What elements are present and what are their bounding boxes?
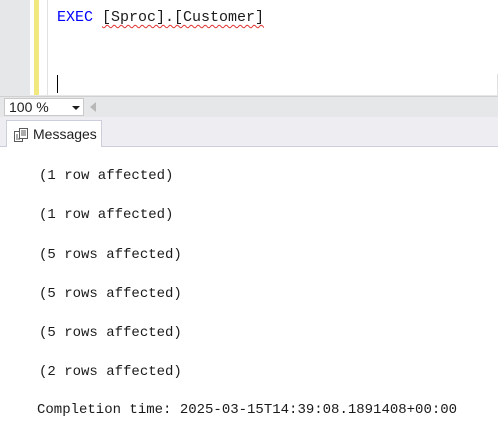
tab-messages[interactable]: Messages (6, 120, 102, 147)
zoom-bar: 100 % (0, 96, 498, 117)
completion-time: Completion time: 2025-03-15T14:39:08.189… (37, 402, 458, 418)
message-line: (5 rows affected) (39, 247, 182, 263)
editor-margin (47, 0, 48, 96)
text-caret (57, 75, 58, 93)
message-line: (1 row affected) (39, 207, 174, 223)
procedure-name: [Sproc].[Customer] (102, 9, 265, 26)
keyword-exec: EXEC (57, 9, 94, 26)
message-line: (1 row affected) (39, 168, 174, 184)
message-line: (5 rows affected) (39, 325, 182, 341)
results-tab-strip: Messages (0, 117, 498, 147)
message-line: (5 rows affected) (39, 286, 182, 302)
chevron-down-icon (72, 106, 80, 110)
code-line[interactable]: EXEC [Sproc].[Customer] (57, 8, 264, 28)
zoom-value: 100 % (9, 99, 49, 115)
messages-pane[interactable]: (1 row affected) (1 row affected) (5 row… (0, 147, 498, 432)
change-tracking-bar (34, 0, 39, 96)
editor-gutter (0, 0, 30, 96)
messages-icon (14, 128, 28, 142)
scroll-left-icon[interactable] (90, 102, 96, 112)
message-line: (2 rows affected) (39, 364, 182, 380)
query-editor[interactable]: EXEC [Sproc].[Customer] (0, 0, 498, 96)
tab-messages-label: Messages (33, 126, 97, 142)
zoom-dropdown[interactable]: 100 % (4, 98, 84, 116)
